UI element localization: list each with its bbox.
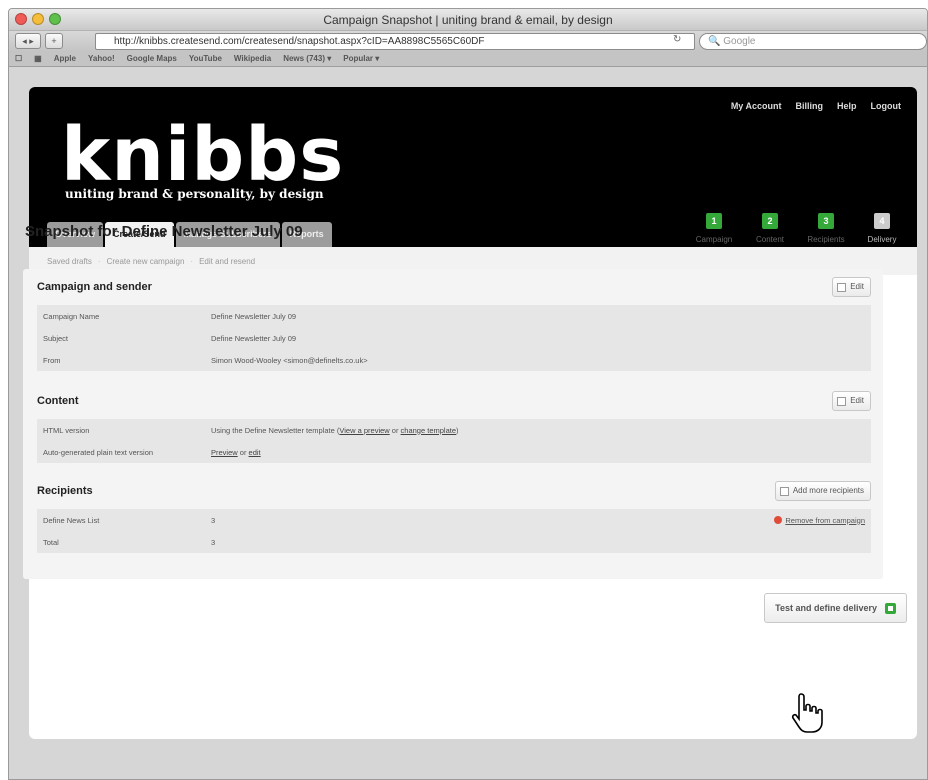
table-row: Auto-generated plain text version Previe… <box>37 441 871 463</box>
campaign-details: Campaign Name Define Newsletter July 09 … <box>37 305 871 371</box>
row-key: Campaign Name <box>43 311 100 321</box>
bookmark-youtube[interactable]: YouTube <box>189 54 222 63</box>
step-number: 4 <box>874 213 890 229</box>
row-key: Subject <box>43 333 69 343</box>
snapshot-panel: Campaign and sender Edit Campaign Name D… <box>23 269 883 579</box>
step-number: 3 <box>818 213 834 229</box>
step-recipients[interactable]: 3 Recipients <box>803 213 849 244</box>
step-label: Content <box>755 235 785 244</box>
bookmarks-bar: ☐ ▦ Apple Yahoo! Google Maps YouTube Wik… <box>9 51 927 67</box>
show-all-bookmarks-icon[interactable]: ▦ <box>34 54 42 63</box>
breadcrumb-edit-resend[interactable]: Edit and resend <box>199 257 255 266</box>
recipients-section-title: Recipients <box>37 485 93 497</box>
table-row: From Simon Wood-Wooley <simon@definelts.… <box>37 349 871 371</box>
my-account-link[interactable]: My Account <box>731 101 782 111</box>
test-define-delivery-button[interactable]: Test and define delivery <box>764 593 907 623</box>
add-bookmark-icon[interactable]: + <box>45 33 63 49</box>
browser-window: Campaign Snapshot | uniting brand & emai… <box>8 8 928 780</box>
hand-pointer-icon <box>791 693 823 733</box>
table-row: Subject Define Newsletter July 09 <box>37 327 871 349</box>
edit-icon <box>837 396 847 406</box>
knibbs-logo: knibbs <box>61 112 345 198</box>
add-recipients-button[interactable]: Add more recipients <box>774 481 871 501</box>
table-row: Define News List 3 Remove from campaign <box>37 509 871 531</box>
row-key: Define News List <box>43 515 100 525</box>
edit-icon <box>837 282 847 292</box>
change-template-link[interactable]: change template <box>401 426 456 435</box>
arrow-right-icon <box>885 602 896 614</box>
row-key: Total <box>43 537 59 547</box>
title-bar: Campaign Snapshot | uniting brand & emai… <box>9 9 927 31</box>
browser-toolbar: ◂ ▸ + http://knibbs.createsend.com/creat… <box>9 31 927 51</box>
plain-preview-link[interactable]: Preview <box>211 448 238 457</box>
search-field[interactable]: 🔍 Google <box>699 33 927 50</box>
address-bar[interactable]: http://knibbs.createsend.com/createsend/… <box>95 33 695 50</box>
account-links: My Account Billing Help Logout <box>731 101 901 111</box>
step-campaign[interactable]: 1 Campaign <box>691 213 737 244</box>
bookmark-yahoo[interactable]: Yahoo! <box>88 54 115 63</box>
row-key: Auto-generated plain text version <box>43 447 154 457</box>
campaign-edit-button[interactable]: Edit <box>832 277 871 297</box>
bookmark-wikipedia[interactable]: Wikipedia <box>234 54 271 63</box>
logout-link[interactable]: Logout <box>871 101 902 111</box>
step-label: Delivery <box>867 235 897 244</box>
view-preview-link[interactable]: View a preview <box>339 426 389 435</box>
remove-label: Remove from campaign <box>785 515 865 525</box>
row-value: 3 <box>211 515 216 525</box>
plain-edit-link[interactable]: edit <box>249 448 261 457</box>
search-icon: 🔍 <box>708 36 721 47</box>
search-placeholder: Google <box>723 36 756 47</box>
tagline: uniting brand & personality, by design <box>65 187 324 201</box>
step-label: Campaign <box>695 235 733 244</box>
bookmark-news[interactable]: News (743) ▾ <box>283 54 331 63</box>
row-key: HTML version <box>43 425 90 435</box>
row-value: Using the Define Newsletter template (Vi… <box>211 426 871 435</box>
step-number: 2 <box>762 213 778 229</box>
remove-icon <box>774 516 783 524</box>
edit-label: Edit <box>850 396 864 405</box>
close-paren: ) <box>456 425 459 435</box>
reload-icon[interactable]: ↻ <box>673 34 681 45</box>
breadcrumb-separator: · <box>97 256 101 266</box>
breadcrumb-create-new[interactable]: Create new campaign <box>107 257 185 266</box>
row-key: From <box>43 355 61 365</box>
table-row: Total 3 <box>37 531 871 553</box>
campaign-section-title: Campaign and sender <box>37 281 152 293</box>
or-text: or <box>389 425 401 435</box>
step-number: 1 <box>706 213 722 229</box>
recipients-details: Define News List 3 Remove from campaign … <box>37 509 871 553</box>
add-icon <box>779 486 789 496</box>
content-edit-button[interactable]: Edit <box>832 391 871 411</box>
row-value: Define Newsletter July 09 <box>211 333 297 343</box>
row-value: Simon Wood-Wooley <simon@definelts.co.uk… <box>211 355 368 365</box>
table-row: Campaign Name Define Newsletter July 09 <box>37 305 871 327</box>
content-section-title: Content <box>37 395 79 407</box>
help-link[interactable]: Help <box>837 101 857 111</box>
row-value: 3 <box>211 537 216 547</box>
row-value: Define Newsletter July 09 <box>211 311 297 321</box>
row-value: Preview or edit <box>211 448 871 457</box>
content-details: HTML version Using the Define Newsletter… <box>37 419 871 463</box>
html-template-text: Using the Define Newsletter template ( <box>211 425 340 435</box>
step-label: Recipients <box>807 235 845 244</box>
page-title: Snapshot for Define Newsletter July 09 <box>25 223 303 240</box>
back-forward-icon[interactable]: ◂ ▸ <box>15 33 41 49</box>
or-text: or <box>237 447 249 457</box>
step-delivery: 4 Delivery <box>859 213 905 244</box>
bookmark-popular[interactable]: Popular ▾ <box>343 54 379 63</box>
remove-from-campaign-link[interactable]: Remove from campaign <box>774 516 865 525</box>
add-recipients-label: Add more recipients <box>792 486 864 495</box>
breadcrumb-separator: · <box>190 256 194 266</box>
billing-link[interactable]: Billing <box>795 101 823 111</box>
edit-label: Edit <box>850 282 864 291</box>
step-content[interactable]: 2 Content <box>747 213 793 244</box>
reading-list-icon[interactable]: ☐ <box>15 54 22 63</box>
window-title: Campaign Snapshot | uniting brand & emai… <box>323 13 613 27</box>
breadcrumb-saved-drafts[interactable]: Saved drafts <box>47 257 92 266</box>
bookmark-apple[interactable]: Apple <box>54 54 76 63</box>
test-define-delivery-label: Test and define delivery <box>775 603 877 613</box>
progress-steps: 1 Campaign 2 Content 3 Recipients 4 Deli… <box>691 213 905 244</box>
bookmark-google-maps[interactable]: Google Maps <box>127 54 177 63</box>
table-row: HTML version Using the Define Newsletter… <box>37 419 871 441</box>
